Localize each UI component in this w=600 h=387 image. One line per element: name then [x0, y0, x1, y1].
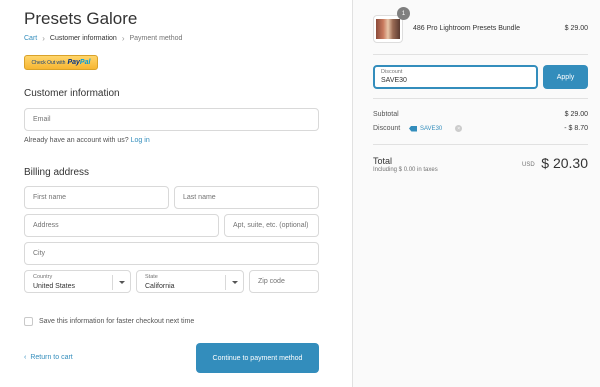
- address-placeholder: Address: [33, 222, 59, 229]
- zip-code-placeholder: Zip code: [258, 278, 285, 285]
- divider: [373, 144, 588, 145]
- discount-code-field[interactable]: Discount SAVE30: [373, 65, 538, 89]
- apply-discount-button[interactable]: Apply: [543, 65, 588, 89]
- state-label: State: [145, 274, 158, 280]
- login-prompt: Already have an account with us? Log in: [24, 137, 150, 144]
- applied-discount-tag: SAVE30 ×: [409, 125, 463, 132]
- state-value: California: [145, 283, 175, 290]
- tag-icon: [409, 125, 417, 132]
- chevron-right-icon: ›: [121, 34, 125, 43]
- apt-suite-field[interactable]: Apt, suite, etc. (optional): [224, 214, 319, 237]
- currency-code: USD: [522, 162, 535, 168]
- divider: [373, 98, 588, 99]
- total-label: Total: [373, 156, 393, 166]
- chevron-down-icon: [225, 275, 243, 290]
- remove-discount-icon[interactable]: ×: [455, 125, 463, 132]
- quantity-badge: 1: [397, 7, 410, 20]
- paypal-prefix: Check Out with: [31, 59, 66, 66]
- apt-suite-placeholder: Apt, suite, etc. (optional): [233, 222, 309, 229]
- discount-field-label: Discount: [381, 69, 403, 75]
- billing-address-heading: Billing address: [24, 167, 90, 178]
- breadcrumb-customer-information: Customer information: [49, 35, 117, 42]
- city-field[interactable]: City: [24, 242, 319, 265]
- last-name-field[interactable]: Last name: [174, 186, 319, 209]
- address-field[interactable]: Address: [24, 214, 219, 237]
- country-select[interactable]: Country United States: [24, 270, 131, 293]
- breadcrumb: Cart › Customer information › Payment me…: [24, 34, 182, 43]
- state-select[interactable]: State California: [136, 270, 244, 293]
- total-value: $ 20.30: [541, 155, 588, 171]
- discount-field-value: SAVE30: [381, 77, 407, 84]
- subtotal-label: Subtotal: [373, 111, 399, 118]
- discount-label: Discount: [373, 125, 401, 132]
- country-label: Country: [33, 274, 53, 280]
- email-placeholder: Email: [33, 116, 51, 123]
- divider: [373, 54, 588, 55]
- product-thumbnail: [373, 15, 403, 43]
- country-value: United States: [33, 283, 76, 290]
- chevron-down-icon: [112, 275, 130, 290]
- city-placeholder: City: [33, 250, 46, 257]
- return-to-cart-link[interactable]: ‹ Return to cart: [24, 354, 73, 361]
- chevron-left-icon: ‹: [24, 354, 27, 361]
- product-name: 486 Pro Lightroom Presets Bundle: [413, 25, 521, 32]
- save-info-checkbox[interactable]: [24, 317, 33, 326]
- last-name-placeholder: Last name: [183, 194, 216, 201]
- paypal-logo: PayPal: [67, 59, 91, 66]
- order-summary-sidebar: [352, 0, 600, 387]
- login-link[interactable]: Log in: [131, 137, 150, 144]
- first-name-placeholder: First name: [33, 194, 67, 201]
- zip-code-field[interactable]: Zip code: [249, 270, 319, 293]
- customer-information-heading: Customer information: [24, 88, 120, 99]
- applied-discount-code: SAVE30: [420, 125, 443, 132]
- chevron-right-icon: ›: [42, 34, 45, 43]
- save-info-label[interactable]: Save this information for faster checkou…: [39, 318, 194, 325]
- return-to-cart-label: Return to cart: [30, 354, 73, 361]
- email-field[interactable]: Email: [24, 108, 319, 131]
- continue-to-payment-button[interactable]: Continue to payment method: [196, 343, 319, 373]
- product-price: $ 29.00: [564, 25, 588, 32]
- save-info-option: Save this information for faster checkou…: [24, 317, 194, 326]
- subtotal-value: $ 29.00: [564, 111, 588, 118]
- paypal-checkout-button[interactable]: Check Out with PayPal: [24, 55, 98, 70]
- breadcrumb-payment-method: Payment method: [129, 35, 183, 42]
- breadcrumb-cart[interactable]: Cart: [24, 35, 37, 42]
- login-prompt-text: Already have an account with us?: [24, 137, 129, 144]
- discount-value: - $ 8.70: [564, 125, 588, 132]
- first-name-field[interactable]: First name: [24, 186, 169, 209]
- store-title[interactable]: Presets Galore: [24, 9, 137, 29]
- taxes-note: Including $ 0.00 in taxes: [373, 167, 438, 173]
